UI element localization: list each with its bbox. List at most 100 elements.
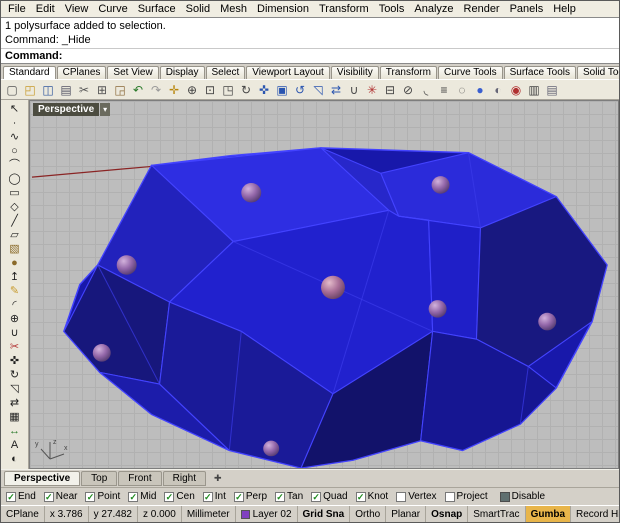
viewport-tab-front[interactable]: Front [118, 471, 162, 486]
copy-object-icon[interactable]: ▣ [273, 81, 291, 98]
join-icon[interactable]: ∪ [345, 81, 363, 98]
viewport-title[interactable]: Perspective ▾ [33, 103, 111, 116]
save-icon[interactable]: ◫ [39, 81, 57, 98]
disable-checkbox[interactable] [499, 491, 510, 502]
checkbox[interactable]: ✓ [233, 491, 244, 502]
scale-icon[interactable]: ◹ [309, 81, 327, 98]
mirror-icon[interactable]: ⇄ [327, 81, 345, 98]
rotate-view-icon[interactable]: ↻ [237, 81, 255, 98]
move-icon[interactable]: ✜ [255, 81, 273, 98]
menu-tools[interactable]: Tools [374, 3, 410, 15]
layers-icon[interactable]: ▥ [525, 81, 543, 98]
new-viewport-tab-button[interactable]: ✚ [207, 472, 229, 485]
menu-render[interactable]: Render [459, 3, 505, 15]
menu-view[interactable]: View [60, 3, 94, 15]
trim-icon[interactable]: ✂ [3, 340, 27, 354]
x-coordinate[interactable]: x 3.786 [45, 506, 89, 522]
sphere-pip[interactable] [428, 300, 447, 318]
z-coordinate[interactable]: z 0.000 [138, 506, 182, 522]
checkbox[interactable] [444, 491, 455, 502]
perspective-viewport[interactable]: Perspective ▾ x y z [29, 100, 619, 469]
menu-help[interactable]: Help [548, 3, 581, 15]
ellipse-icon[interactable]: ◯ [3, 172, 27, 186]
menu-solid[interactable]: Solid [181, 3, 215, 15]
rotate-icon[interactable]: ↻ [3, 368, 27, 382]
osnap-vertex[interactable]: Vertex [396, 491, 437, 502]
osnap-end[interactable]: ✓ End [6, 491, 36, 502]
cut-icon[interactable]: ✂ [75, 81, 93, 98]
viewport-title-label[interactable]: Perspective [33, 103, 100, 116]
tab-curve-tools[interactable]: Curve Tools [437, 66, 503, 79]
point-icon[interactable]: ∙ [3, 116, 27, 130]
fillet-corner-icon[interactable]: ◜ [3, 298, 27, 312]
extrude-icon[interactable]: ↥ [3, 270, 27, 284]
pan-icon[interactable]: ✛ [165, 81, 183, 98]
osnap-knot[interactable]: ✓ Knot [355, 491, 388, 502]
line-icon[interactable]: ╱ [3, 214, 27, 228]
menu-curve[interactable]: Curve [93, 3, 132, 15]
cplane-pane[interactable]: CPlane [1, 506, 45, 522]
tab-transform[interactable]: Transform [379, 66, 437, 79]
polysurface-face[interactable] [475, 195, 608, 368]
sphere-pip[interactable] [431, 176, 450, 194]
record-history-toggle[interactable]: Record Histor [571, 506, 619, 522]
menu-analyze[interactable]: Analyze [409, 3, 458, 15]
sphere-pip[interactable] [538, 312, 557, 331]
menu-edit[interactable]: Edit [31, 3, 60, 15]
layer-pane[interactable]: Layer 02 [236, 506, 298, 522]
sphere-icon[interactable]: ● [3, 256, 27, 270]
osnap-point[interactable]: ✓ Point [85, 491, 120, 502]
osnap-quad[interactable]: ✓ Quad [311, 491, 348, 502]
tab-surface-tools[interactable]: Surface Tools [503, 66, 576, 79]
ortho-toggle[interactable]: Ortho [350, 506, 387, 522]
viewport-canvas[interactable] [30, 101, 618, 468]
checkbox[interactable]: ✓ [85, 491, 96, 502]
smarttrack-toggle[interactable]: SmartTrac [468, 506, 526, 522]
hide-icon[interactable]: ◌ [453, 81, 471, 98]
zoom-window-icon[interactable]: ⊡ [201, 81, 219, 98]
open-file-icon[interactable]: ◰ [21, 81, 39, 98]
text-icon[interactable]: A [3, 438, 27, 452]
rectangle-icon[interactable]: ▭ [3, 186, 27, 200]
scale-icon[interactable]: ◹ [3, 382, 27, 396]
curve-icon[interactable]: ∿ [3, 130, 27, 144]
split-icon[interactable]: ⊘ [399, 81, 417, 98]
tab-viewport-layout[interactable]: Viewport Layout [246, 66, 330, 79]
y-coordinate[interactable]: y 27.482 [89, 506, 138, 522]
ghosted-view-icon[interactable]: ◐ [489, 81, 507, 98]
properties-icon[interactable]: ▤ [543, 81, 561, 98]
osnap-tan[interactable]: ✓ Tan [275, 491, 303, 502]
zoom-extents-icon[interactable]: ◳ [219, 81, 237, 98]
tab-standard[interactable]: Standard [3, 66, 56, 79]
sphere-pip[interactable] [263, 440, 280, 457]
circle-icon[interactable]: ○ [3, 144, 27, 158]
shaded-view-icon[interactable]: ● [471, 81, 489, 98]
mirror-icon[interactable]: ⇄ [3, 396, 27, 410]
tab-set-view[interactable]: Set View [107, 66, 159, 79]
move-icon[interactable]: ✜ [3, 354, 27, 368]
osnap-project[interactable]: Project [444, 491, 488, 502]
menu-mesh[interactable]: Mesh [215, 3, 252, 15]
menu-surface[interactable]: Surface [133, 3, 181, 15]
osnap-disable-toggle[interactable]: Disable [499, 491, 545, 502]
osnap-near[interactable]: ✓ Near [43, 491, 77, 502]
select-arrow-icon[interactable]: ↖ [3, 102, 27, 116]
arc-icon[interactable]: ⌒ [3, 158, 27, 172]
tab-visibility[interactable]: Visibility [330, 66, 379, 79]
checkbox[interactable]: ✓ [275, 491, 286, 502]
menu-panels[interactable]: Panels [505, 3, 549, 15]
surface-icon[interactable]: ▱ [3, 228, 27, 242]
checkbox[interactable]: ✓ [355, 491, 366, 502]
osnap-int[interactable]: ✓ Int [202, 491, 226, 502]
viewport-title-dropdown-icon[interactable]: ▾ [100, 103, 111, 116]
print-icon[interactable]: ▤ [57, 81, 75, 98]
sphere-pip[interactable] [92, 344, 111, 362]
viewport-tab-right[interactable]: Right [162, 471, 206, 486]
explode-icon[interactable]: ✳ [363, 81, 381, 98]
grid-snap-toggle[interactable]: Grid Sna [298, 506, 351, 522]
sphere-pip[interactable] [241, 182, 262, 203]
command-history[interactable]: 1 polysurface added to selection. Comman… [1, 18, 619, 48]
sphere-pip[interactable] [321, 275, 345, 300]
checkbox[interactable]: ✓ [311, 491, 322, 502]
menu-dimension[interactable]: Dimension [252, 3, 314, 15]
